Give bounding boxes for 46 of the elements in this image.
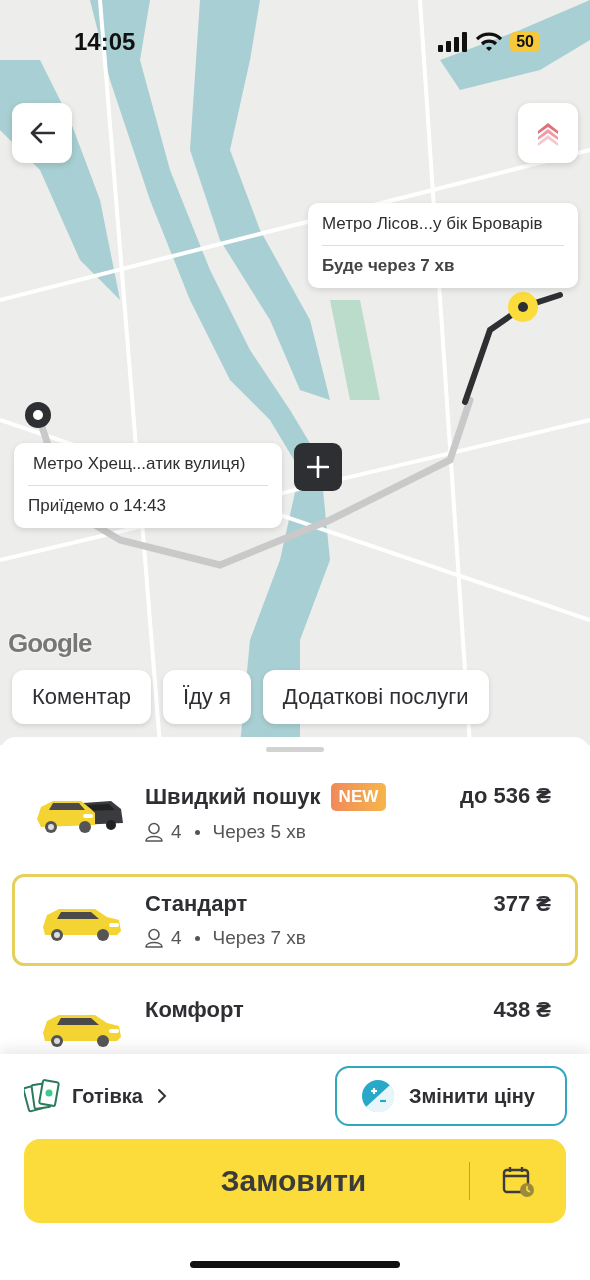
tariff-option[interactable]: Стандарт 4 Через 7 хв 377 ₴ <box>12 874 578 966</box>
person-icon <box>145 928 163 948</box>
cash-icon <box>24 1078 60 1114</box>
chevron-right-icon <box>156 1088 167 1104</box>
back-button[interactable] <box>12 103 72 163</box>
address-title: Метро Лісов...у бік Броварів <box>322 203 564 246</box>
map-attribution: Google <box>8 628 92 659</box>
battery-indicator: 50 <box>510 32 540 52</box>
seat-count: 4 <box>171 927 182 949</box>
tariff-name: Швидкий пошук <box>145 784 321 810</box>
plus-icon <box>307 456 329 478</box>
plus-minus-icon <box>361 1079 396 1113</box>
payment-method-button[interactable]: Готівка <box>24 1078 167 1114</box>
tariff-price: 438 ₴ <box>493 997 551 1023</box>
separator-dot <box>194 829 200 835</box>
seat-count: 4 <box>171 821 182 843</box>
pickup-marker-icon <box>508 292 538 322</box>
status-time: 14:05 <box>74 28 136 56</box>
person-icon <box>145 822 163 842</box>
address-eta: Буде через 7 хв <box>322 255 456 277</box>
tariff-name: Стандарт <box>145 891 248 917</box>
back-arrow-icon <box>29 122 55 144</box>
address-title: Метро Хрещ...атик вулиця) <box>28 443 268 486</box>
tariff-price: до 536 ₴ <box>460 783 551 809</box>
address-callout[interactable]: Метро Лісов...у бік Броварів Буде через 7 хв <box>308 203 578 288</box>
destination-marker-icon <box>25 402 51 428</box>
tariff-option[interactable]: Комфорт 438 ₴ <box>12 980 578 1054</box>
arrival-time: Через 7 хв <box>212 927 306 949</box>
arrival-time: Через 5 хв <box>212 821 306 843</box>
change-price-button[interactable]: Змінити ціну <box>335 1066 567 1126</box>
tariff-option[interactable]: Швидкий пошук NEW 4 Через 5 хв до 536 ₴ <box>12 766 578 860</box>
new-badge: NEW <box>330 783 387 811</box>
chevrons-up-icon <box>536 120 560 146</box>
tariff-price: 377 ₴ <box>493 891 551 917</box>
option-chip[interactable]: Коментар <box>12 670 151 724</box>
signal-icon <box>438 32 469 52</box>
calendar-clock-icon <box>502 1165 534 1197</box>
address-callout[interactable]: Метро Хрещ...атик вулиця) Приїдемо о 14:43 <box>14 443 282 528</box>
separator-dot <box>194 935 200 941</box>
add-stop-button[interactable] <box>294 443 342 491</box>
option-chip[interactable]: Додаткові послуги <box>262 670 489 724</box>
tariff-name: Комфорт <box>145 997 244 1023</box>
option-chip[interactable]: Їду я <box>162 670 251 724</box>
drag-handle[interactable] <box>266 747 324 752</box>
address-eta: Приїдемо о 14:43 <box>28 495 167 517</box>
wifi-icon <box>476 32 503 52</box>
